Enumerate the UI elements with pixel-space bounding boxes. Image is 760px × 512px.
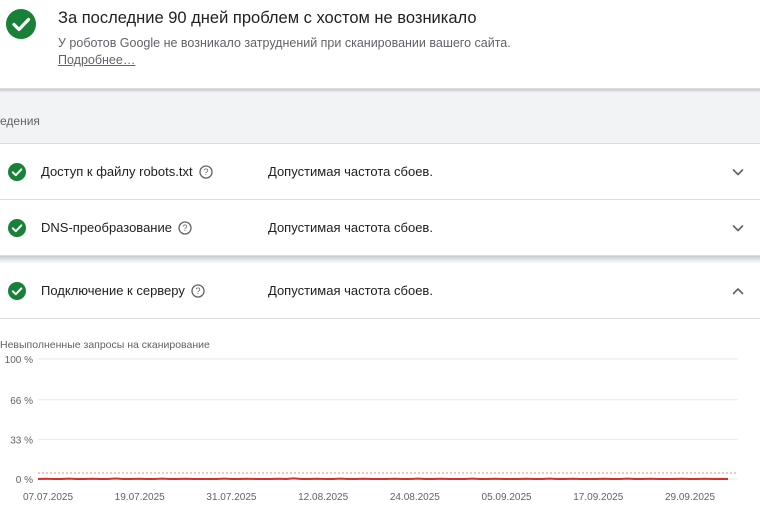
- row-status: Допустимая частота сбоев.: [268, 164, 433, 179]
- host-status-summary: За последние 90 дней проблем с хостом не…: [0, 0, 760, 89]
- check-circle-icon: [6, 9, 36, 39]
- x-tick-label: 19.07.2025: [115, 492, 165, 503]
- row-status: Допустимая частота сбоев.: [268, 220, 433, 235]
- row-name: Подключение к серверу ?: [41, 283, 205, 298]
- row-name: Доступ к файлу robots.txt ?: [41, 164, 213, 179]
- failed-requests-chart: 0 % 33 % 66 % 100 % 07.07.2025 19.07.2025 31.…: [5, 355, 738, 503]
- summary-description: У роботов Google не возникало затруднени…: [58, 36, 511, 50]
- x-tick-label: 17.09.2025: [573, 492, 623, 503]
- y-tick-label: 100 %: [5, 355, 33, 366]
- summary-title: За последние 90 дней проблем с хостом не…: [58, 9, 477, 27]
- svg-text:?: ?: [195, 286, 200, 296]
- x-tick-label: 31.07.2025: [206, 492, 256, 503]
- section-label: едения: [0, 114, 40, 128]
- chevron-down-icon[interactable]: [731, 165, 745, 179]
- row-name: DNS-преобразование ?: [41, 220, 192, 235]
- help-circle-icon[interactable]: ?: [178, 221, 192, 235]
- check-circle-icon: [8, 163, 26, 181]
- x-tick-label: 24.08.2025: [390, 492, 440, 503]
- x-tick-label: 07.07.2025: [23, 492, 73, 503]
- svg-text:?: ?: [203, 167, 208, 177]
- learn-more-link[interactable]: Подробнее…: [58, 53, 135, 67]
- svg-text:?: ?: [182, 223, 187, 233]
- y-tick-label: 33 %: [10, 435, 33, 446]
- x-tick-label: 29.09.2025: [665, 492, 715, 503]
- section-header: едения: [0, 92, 760, 144]
- y-tick-label: 66 %: [10, 396, 33, 407]
- series-line: [37, 477, 729, 480]
- divider: [0, 256, 760, 263]
- y-tick-label: 0 %: [16, 475, 33, 486]
- check-circle-icon: [8, 219, 26, 237]
- row-server-connection[interactable]: Подключение к серверу ? Допустимая часто…: [0, 263, 760, 319]
- chevron-down-icon[interactable]: [731, 221, 745, 235]
- row-robots-txt[interactable]: Доступ к файлу robots.txt ? Допустимая ч…: [0, 144, 760, 200]
- check-circle-icon: [8, 282, 26, 300]
- row-status: Допустимая частота сбоев.: [268, 283, 433, 298]
- failed-requests-chart-panel: Невыполненные запросы на сканирование 0 …: [0, 319, 760, 512]
- row-dns-resolution[interactable]: DNS-преобразование ? Допустимая частота …: [0, 200, 760, 256]
- help-circle-icon[interactable]: ?: [191, 284, 205, 298]
- x-tick-label: 05.09.2025: [482, 492, 532, 503]
- chevron-up-icon[interactable]: [731, 284, 745, 298]
- help-circle-icon[interactable]: ?: [198, 165, 213, 179]
- x-tick-label: 12.08.2025: [298, 492, 348, 503]
